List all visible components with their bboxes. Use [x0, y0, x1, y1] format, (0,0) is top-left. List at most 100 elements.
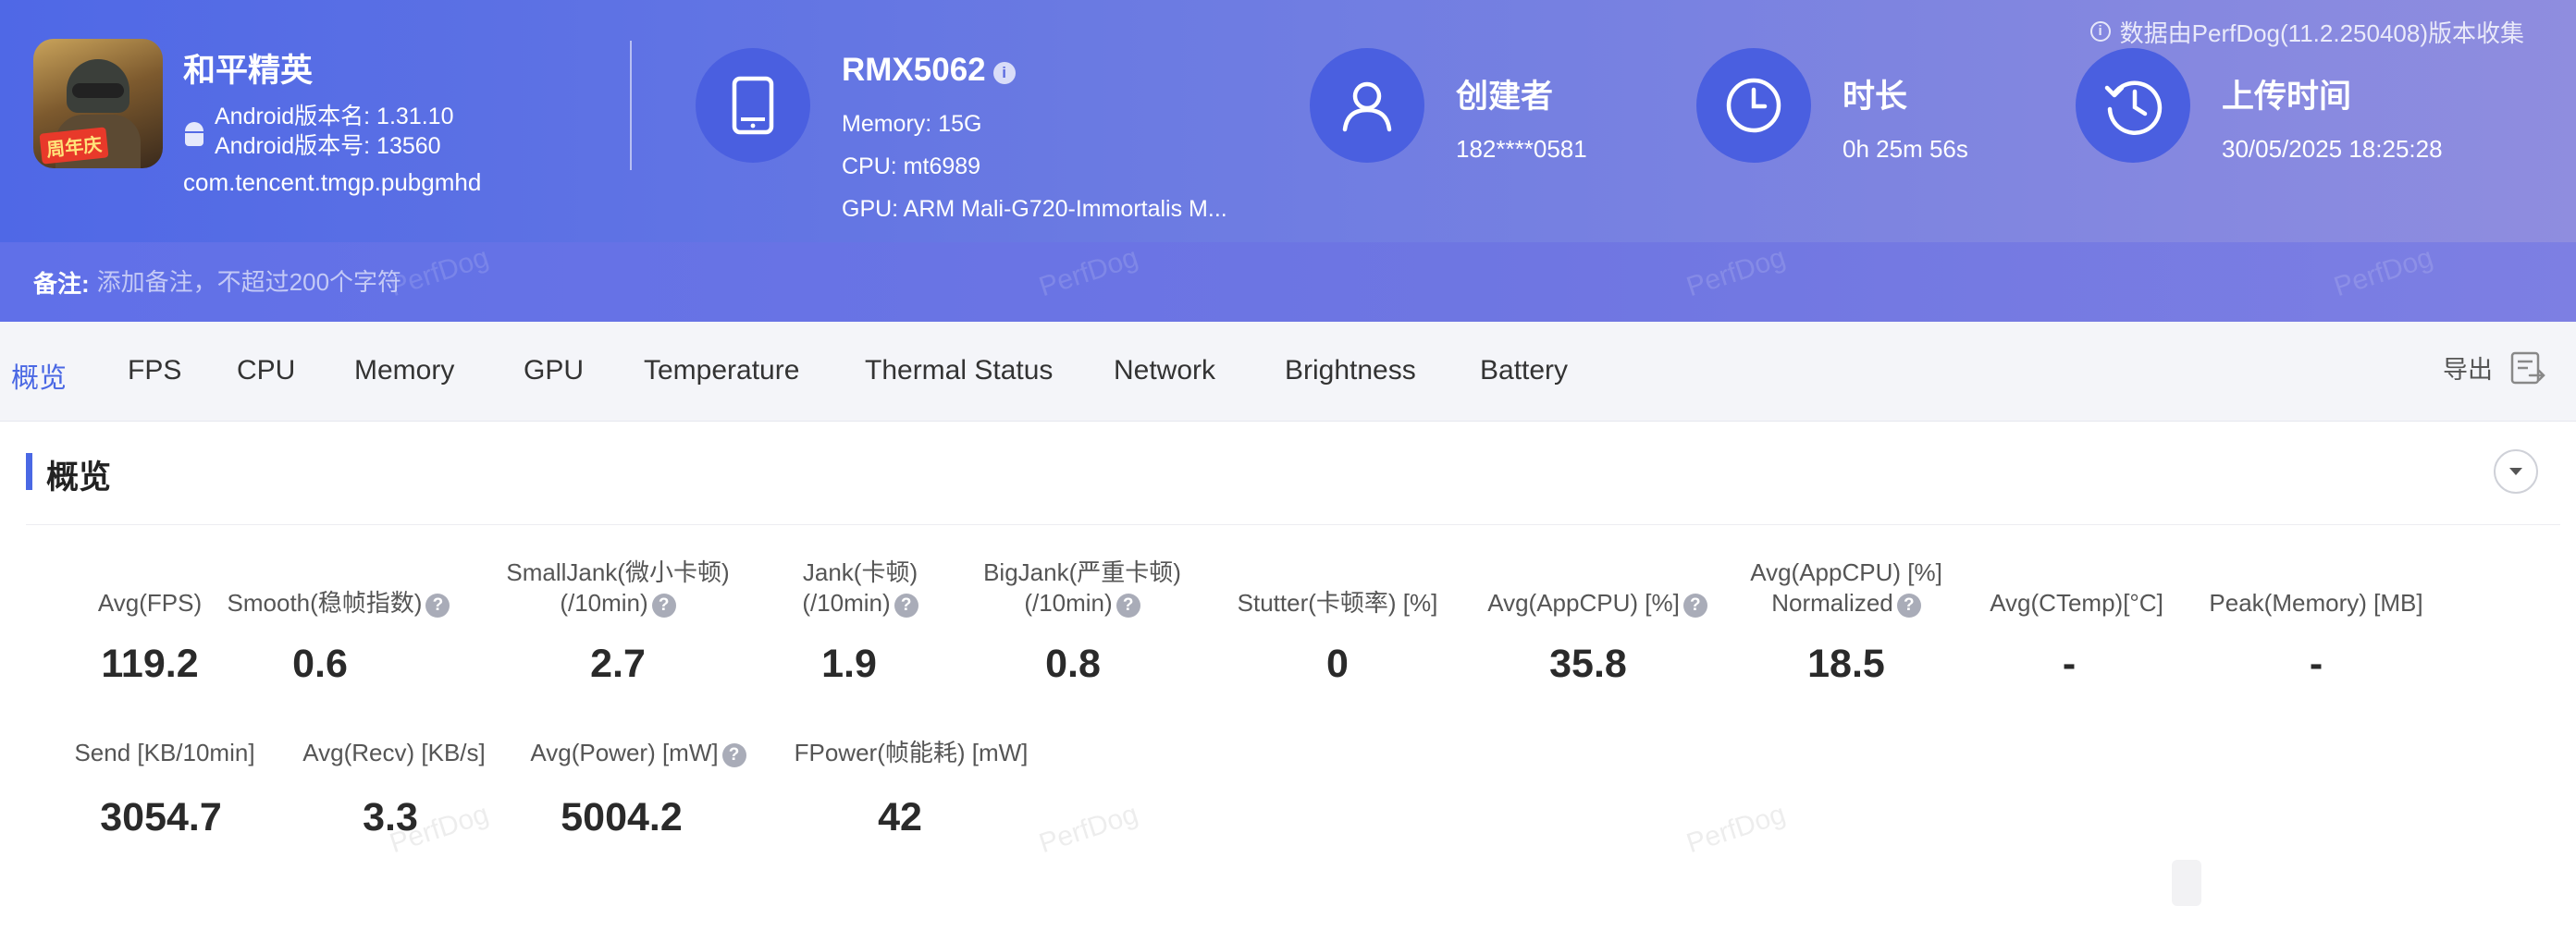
tab-memory[interactable]: Memory — [354, 355, 454, 386]
metric-value: 3054.7 — [100, 795, 222, 839]
metric-label: SmallJank(微小卡顿) — [506, 558, 730, 586]
device-info-icon[interactable]: i — [992, 62, 1016, 84]
duration-title: 时长 — [1843, 79, 1908, 115]
collapse-chevron-icon — [2509, 468, 2522, 475]
duration-value: 0h 25m 56s — [1843, 135, 1968, 163]
metric-label: Send [KB/10min] — [74, 739, 255, 766]
metric-label-unit: Normalized — [1771, 589, 1893, 617]
question-icon[interactable]: ? — [1115, 594, 1140, 618]
metric-stutter: Stutter(卡顿率) [%] 0 — [1217, 588, 1458, 686]
tab-cpu[interactable]: CPU — [237, 355, 295, 386]
app-info: 周年庆 和平精英 Android版本名: 1.31.10 Android版本号:… — [33, 39, 635, 205]
metric-value: 42 — [878, 795, 922, 839]
tab-network[interactable]: Network — [1114, 355, 1215, 386]
upload-icon-circle — [2076, 48, 2190, 163]
metric-value: 35.8 — [1549, 642, 1627, 686]
metric-value: 5004.2 — [561, 795, 683, 839]
watermark: PerfDog — [1035, 798, 1142, 860]
metric-value: 1.9 — [821, 642, 877, 686]
export-button[interactable]: 导出 — [2443, 349, 2546, 386]
question-icon[interactable]: ? — [1896, 594, 1921, 618]
question-icon[interactable]: ? — [651, 594, 676, 618]
metric-label-unit: (/10min) — [1024, 589, 1113, 617]
metric-label: Avg(CTemp)[°C] — [1990, 589, 2163, 617]
history-icon — [2104, 80, 2163, 135]
source-note-text: 数据由PerfDog(11.2.250408)版本收集 — [2119, 18, 2524, 47]
metric-avg-recv: Avg(Recv) [KB/s] 3.3 — [292, 738, 496, 839]
user-icon — [1342, 81, 1392, 132]
scroll-handle[interactable] — [2172, 860, 2201, 906]
export-icon — [2510, 351, 2545, 384]
info-icon: i — [2089, 21, 2111, 42]
creator-title: 创建者 — [1456, 79, 1554, 115]
tab-battery[interactable]: Battery — [1480, 355, 1568, 386]
report-header: i 数据由PerfDog(11.2.250408)版本收集 周年庆 和平精英 A… — [0, 0, 2576, 242]
device-model: RMX5062 i — [842, 52, 1016, 89]
export-label: 导出 — [2443, 356, 2493, 384]
metric-label: FPower(帧能耗) [mW] — [794, 739, 1029, 766]
metric-label: Avg(Power) [mW] — [530, 739, 719, 766]
metric-label: BigJank(严重卡顿) — [983, 558, 1181, 586]
tab-fps[interactable]: FPS — [128, 355, 181, 386]
metric-send: Send [KB/10min] 3054.7 — [54, 738, 276, 839]
tab-thermal-status[interactable]: Thermal Status — [865, 355, 1053, 386]
metric-label: Stutter(卡顿率) [%] — [1237, 589, 1438, 617]
metric-avg-app-cpu-normalized: Avg(AppCPU) [%] Normalized? 18.5 — [1726, 557, 1966, 686]
question-icon[interactable]: ? — [721, 743, 746, 767]
collapse-button[interactable] — [2494, 449, 2538, 494]
metric-small-jank: SmallJank(微小卡顿) (/10min)? 2.7 — [488, 557, 747, 686]
metric-fpower: FPower(帧能耗) [mW] 42 — [786, 738, 1036, 839]
metric-value: 3.3 — [363, 795, 418, 839]
header-divider — [630, 41, 632, 170]
metric-value: - — [2062, 642, 2077, 686]
remark-input[interactable] — [96, 267, 930, 297]
metric-label-unit: (/10min) — [802, 589, 891, 617]
metric-value: 18.5 — [1807, 642, 1885, 686]
metric-value: 0.8 — [1045, 642, 1101, 686]
clock-icon — [1726, 78, 1781, 133]
watermark: PerfDog — [1682, 798, 1790, 860]
metric-label: Avg(AppCPU) [%] — [1750, 558, 1942, 586]
device-memory: Memory: 15G — [842, 111, 982, 137]
tab-overview[interactable]: 概览 — [11, 355, 67, 396]
metric-avg-power: Avg(Power) [mW]? 5004.2 — [518, 738, 758, 839]
metric-label: Smooth(稳帧指数) — [227, 589, 423, 617]
tab-gpu[interactable]: GPU — [524, 355, 584, 386]
upload-title: 上传时间 — [2222, 79, 2352, 115]
remark-bar: 备注: — [0, 242, 2576, 322]
tab-brightness[interactable]: Brightness — [1285, 355, 1416, 386]
section-accent-bar — [26, 453, 32, 490]
metric-smooth: Smooth(稳帧指数)? 0.6 — [218, 588, 459, 686]
metric-avg-ctemp: Avg(CTemp)[°C] - — [1970, 588, 2183, 686]
metric-label: Avg(AppCPU) [%] — [1487, 589, 1680, 617]
metric-big-jank: BigJank(严重卡顿) (/10min)? 0.8 — [962, 557, 1202, 686]
tab-temperature[interactable]: Temperature — [644, 355, 799, 386]
tablet-icon — [732, 76, 774, 135]
device-model-text: RMX5062 — [842, 52, 986, 88]
creator-icon-circle — [1310, 48, 1424, 163]
app-name: 和平精英 — [183, 53, 314, 89]
question-icon[interactable]: ? — [425, 594, 450, 618]
app-logo: 周年庆 — [33, 39, 163, 168]
overview-section-header: 概览 — [26, 449, 2560, 525]
question-icon[interactable]: ? — [894, 594, 918, 618]
upload-value: 30/05/2025 18:25:28 — [2222, 135, 2443, 163]
metric-value: 2.7 — [590, 642, 646, 686]
metric-avg-app-cpu: Avg(AppCPU) [%]? 35.8 — [1473, 588, 1722, 686]
android-version-name: Android版本名: 1.31.10 — [215, 104, 454, 129]
metric-label-unit: (/10min) — [560, 589, 648, 617]
metric-label: Avg(Recv) [KB/s] — [302, 739, 486, 766]
device-gpu: GPU: ARM Mali-G720-Immortalis M... — [842, 196, 1227, 222]
android-version-info: Android版本名: 1.31.10 Android版本号: 13560 — [183, 102, 453, 161]
metric-label: Jank(卡顿) — [802, 558, 918, 586]
question-icon[interactable]: ? — [1682, 594, 1707, 618]
metric-value: 0.6 — [292, 642, 348, 686]
remark-label: 备注: — [33, 269, 90, 298]
device-cpu: CPU: mt6989 — [842, 153, 981, 179]
metric-jank: Jank(卡顿) (/10min)? 1.9 — [758, 557, 962, 686]
metric-peak-memory: Peak(Memory) [MB] - — [2192, 588, 2440, 686]
tab-bar: 概览 FPS CPU Memory GPU Temperature Therma… — [0, 322, 2576, 422]
metric-value: 0 — [1326, 642, 1349, 686]
package-name: com.tencent.tmgp.pubgmhd — [183, 168, 482, 196]
section-title: 概览 — [46, 459, 112, 496]
